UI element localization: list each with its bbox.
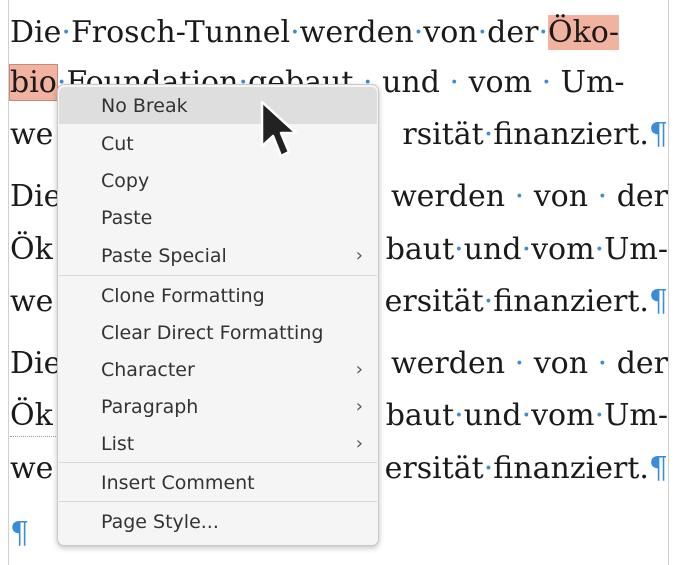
menu-item-cut[interactable]: Cut — [59, 125, 377, 162]
word: der — [487, 15, 539, 50]
word: we — [10, 117, 54, 152]
text-line-9[interactable]: we — [10, 451, 53, 487]
menu-item-label: Cut — [101, 132, 134, 155]
word: und — [382, 65, 440, 100]
menu-item-label: Paste — [101, 206, 153, 229]
word: werden — [391, 346, 506, 381]
text-line-3[interactable]: we — [10, 117, 53, 153]
paragraph-mark: ¶ — [10, 516, 30, 551]
word: von — [423, 15, 478, 50]
text-line-1[interactable]: Die·Frosch-Tunnel·werden·von·der·Öko- — [10, 15, 619, 51]
paragraph-mark: ¶ — [648, 117, 668, 152]
word: finanziert. — [493, 284, 649, 319]
text-line-3-right[interactable]: rsität·finanziert.¶ — [402, 117, 668, 153]
menu-separator — [59, 462, 377, 463]
word: baut — [385, 398, 455, 433]
chevron-right-icon: › — [355, 359, 363, 380]
word: ersität — [384, 284, 484, 319]
word: Die — [10, 346, 62, 381]
empty-paragraph[interactable]: ¶ — [10, 516, 29, 552]
dotted-underline — [10, 436, 60, 437]
word: vom — [531, 232, 595, 267]
space-mark: · — [290, 15, 300, 50]
word: baut — [385, 232, 455, 267]
space-mark: · — [61, 15, 71, 50]
word: finanziert. — [493, 117, 649, 152]
space-mark: · — [413, 15, 424, 50]
text-line-6[interactable]: we — [10, 284, 53, 320]
menu-item-character[interactable]: Character › — [59, 351, 377, 388]
text-line-7-right[interactable]: werden · von · der — [391, 346, 668, 382]
menu-item-label: Character — [101, 358, 195, 381]
word: vom — [468, 65, 533, 100]
word: Ök — [10, 398, 53, 433]
space-mark: · — [538, 15, 548, 50]
word: ersität — [384, 451, 484, 486]
text-line-5-right[interactable]: baut·und·vom·Um- — [386, 232, 668, 268]
menu-item-paste-special[interactable]: Paste Special › — [59, 237, 377, 274]
menu-item-list[interactable]: List › — [59, 425, 377, 462]
chevron-right-icon: › — [355, 245, 363, 266]
text-line-7[interactable]: Die — [10, 346, 61, 382]
word: werden — [299, 15, 414, 50]
text-line-8-right[interactable]: baut·und·vom·Um- — [386, 398, 668, 434]
paragraph-mark: ¶ — [648, 284, 668, 319]
word: we — [10, 451, 54, 486]
text-line-5[interactable]: Ök — [10, 232, 53, 268]
text-line-6-right[interactable]: ersität·finanziert.¶ — [385, 284, 668, 320]
left-text-boundary — [8, 0, 9, 565]
chevron-right-icon: › — [355, 396, 363, 417]
menu-item-copy[interactable]: Copy — [59, 162, 377, 199]
word: Die — [10, 179, 62, 214]
menu-item-label: Copy — [101, 169, 150, 192]
word: Um- — [604, 232, 668, 267]
word: Die — [10, 15, 62, 50]
word: von — [533, 179, 589, 214]
text-line-4-right[interactable]: werden · von · der — [391, 179, 668, 215]
selected-word: Öko- — [548, 15, 619, 50]
menu-item-label: Paragraph — [101, 395, 199, 418]
text-line-9-right[interactable]: ersität·finanziert.¶ — [385, 451, 668, 487]
menu-item-label: Clone Formatting — [101, 284, 265, 307]
menu-item-no-break[interactable]: No Break — [59, 87, 377, 124]
word: der — [616, 179, 668, 214]
right-text-boundary — [668, 0, 669, 565]
mouse-pointer-icon — [260, 100, 298, 158]
menu-item-clone-formatting[interactable]: Clone Formatting — [59, 277, 377, 314]
menu-item-label: No Break — [101, 94, 188, 117]
word: und — [463, 398, 522, 433]
word: finanziert. — [493, 451, 649, 486]
space-mark: · — [477, 15, 488, 50]
menu-separator — [59, 501, 377, 502]
menu-item-label: Insert Comment — [101, 471, 255, 494]
word: und — [463, 232, 522, 267]
word: werden — [391, 179, 506, 214]
text-line-8[interactable]: Ök — [10, 398, 53, 434]
word: we — [10, 284, 54, 319]
word: Um- — [604, 398, 668, 433]
word: von — [533, 346, 589, 381]
word: Frosch-Tunnel — [70, 15, 291, 50]
word: Ök — [10, 232, 53, 267]
chevron-right-icon: › — [355, 433, 363, 454]
menu-item-paragraph[interactable]: Paragraph › — [59, 388, 377, 425]
menu-item-label: Page Style... — [101, 510, 219, 533]
menu-item-clear-direct-formatting[interactable]: Clear Direct Formatting — [59, 314, 377, 351]
menu-item-label: List — [101, 432, 135, 455]
selected-word: bio — [9, 64, 58, 101]
menu-item-paste[interactable]: Paste — [59, 199, 377, 236]
text-line-4[interactable]: Die — [10, 179, 61, 215]
menu-item-label: Clear Direct Formatting — [101, 321, 324, 344]
menu-separator — [59, 275, 377, 276]
word: vom — [531, 398, 595, 433]
menu-item-page-style[interactable]: Page Style... — [59, 503, 377, 540]
menu-item-label: Paste Special — [101, 244, 227, 267]
word: rsität — [402, 117, 484, 152]
word: der — [616, 346, 668, 381]
paragraph-mark: ¶ — [648, 451, 668, 486]
word: Um- — [560, 65, 625, 100]
menu-item-insert-comment[interactable]: Insert Comment — [59, 464, 377, 501]
context-menu: No Break Cut Copy Paste Paste Special › … — [57, 84, 379, 546]
